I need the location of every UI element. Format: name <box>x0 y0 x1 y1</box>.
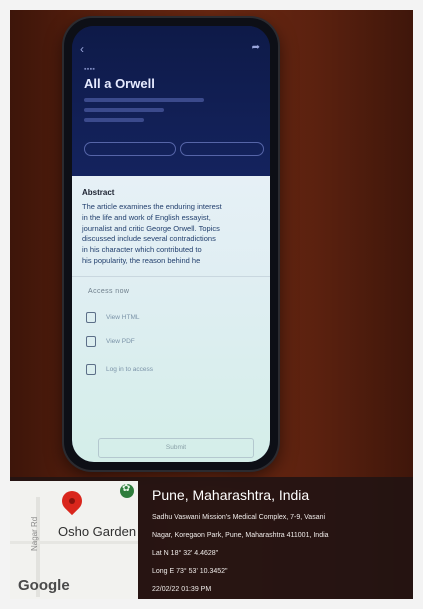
location-pin-dot <box>69 498 75 504</box>
action-chip[interactable] <box>84 142 176 156</box>
article-title: All a Orwell <box>84 76 155 91</box>
article-header: ‹ ➦ ▪▪▪▪ All a Orwell <box>72 26 270 176</box>
meta-line <box>84 98 204 102</box>
park-icon <box>120 483 134 498</box>
meta-line <box>84 108 164 112</box>
access-option[interactable]: View HTML <box>86 312 139 323</box>
smartphone: ‹ ➦ ▪▪▪▪ All a Orwell Abstract The artic… <box>64 18 278 470</box>
divider <box>72 276 270 277</box>
map-thumbnail[interactable]: Nagar Rd Osho Garden Google <box>10 481 138 599</box>
pdf-icon <box>86 336 96 347</box>
gps-latitude: Lat N 18° 32' 4.4628" <box>152 550 219 557</box>
back-arrow-icon[interactable]: ‹ <box>80 42 84 56</box>
gps-longitude: Long E 73° 53' 10.3452" <box>152 568 228 575</box>
abstract-line: in the life and work of English essayist… <box>82 212 211 222</box>
submit-button[interactable]: Submit <box>98 438 254 458</box>
access-option[interactable]: View PDF <box>86 336 135 347</box>
login-icon <box>86 364 96 375</box>
abstract-line: in his character which contributed to <box>82 245 202 255</box>
abstract-line: his popularity, the reason behind he <box>82 255 201 265</box>
article-body: Abstract The article examines the enduri… <box>72 176 270 462</box>
gps-city: Pune, Maharashtra, India <box>152 487 310 503</box>
action-chip[interactable] <box>180 142 264 156</box>
access-option[interactable]: Log in to access <box>86 364 153 375</box>
map-place-label: Osho Garden <box>58 524 137 539</box>
breadcrumb: ▪▪▪▪ <box>84 66 96 73</box>
abstract-line: journalist and critic George Orwell. Top… <box>82 223 220 233</box>
abstract-line: The article examines the enduring intere… <box>82 202 222 211</box>
map-street-label: Nagar Rd <box>30 516 39 551</box>
abstract-line: discussed include several contradictions <box>82 234 216 244</box>
gps-address-line: Sadhu Vaswani Mission's Medical Complex,… <box>152 514 326 521</box>
html-icon <box>86 312 96 323</box>
abstract-heading: Abstract <box>82 188 115 197</box>
abstract-text: The article examines the enduring intere… <box>82 202 258 267</box>
gps-address-line: Nagar, Koregaon Park, Pune, Maharashtra … <box>152 532 329 539</box>
phone-screen: ‹ ➦ ▪▪▪▪ All a Orwell Abstract The artic… <box>72 26 270 462</box>
access-option-label: View HTML <box>106 314 140 322</box>
google-logo: Google <box>18 577 70 594</box>
share-icon[interactable]: ➦ <box>252 42 260 53</box>
meta-line <box>84 118 144 122</box>
access-option-label: Log in to access <box>106 366 153 374</box>
access-heading: Access now <box>88 288 130 295</box>
gps-datetime: 22/02/22 01:39 PM <box>152 586 212 593</box>
access-option-label: View PDF <box>106 338 135 346</box>
